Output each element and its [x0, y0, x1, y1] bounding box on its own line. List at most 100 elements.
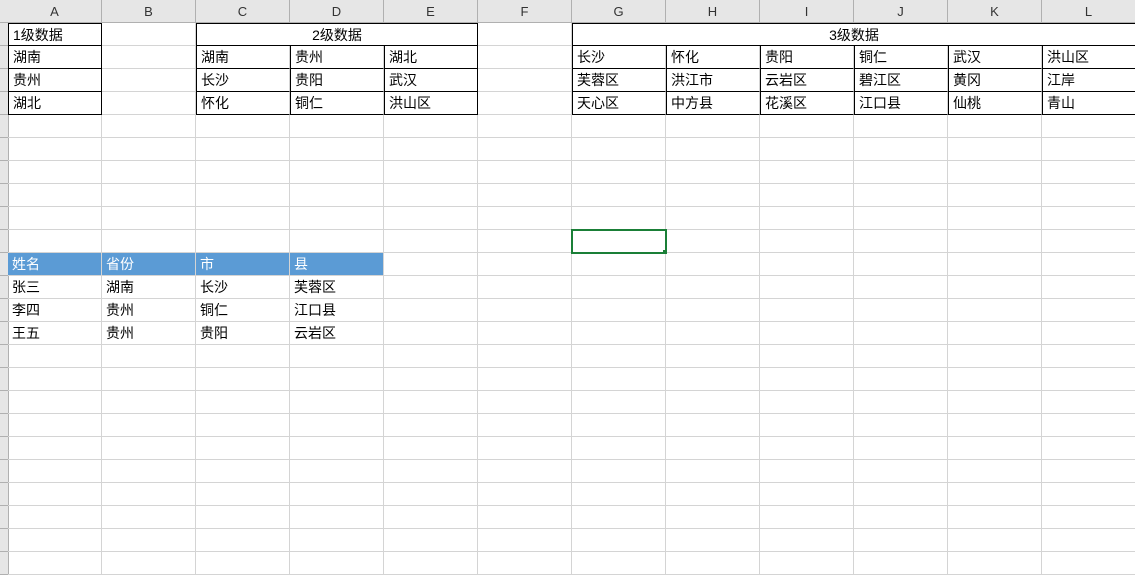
- cell-I19[interactable]: [760, 437, 854, 460]
- cell-F15[interactable]: [478, 345, 572, 368]
- cell-H12[interactable]: [666, 276, 760, 299]
- cell-L14[interactable]: [1042, 322, 1135, 345]
- table-row[interactable]: 铜仁: [196, 299, 290, 322]
- cell-J22[interactable]: [854, 506, 948, 529]
- cell-E19[interactable]: [384, 437, 478, 460]
- cell-F14[interactable]: [478, 322, 572, 345]
- cell-F4[interactable]: [478, 92, 572, 115]
- cell-H23[interactable]: [666, 529, 760, 552]
- cell-C15[interactable]: [196, 345, 290, 368]
- cell-K16[interactable]: [948, 368, 1042, 391]
- cell-E21[interactable]: [384, 483, 478, 506]
- cell-B24[interactable]: [102, 552, 196, 575]
- cell-J3[interactable]: 碧江区: [854, 69, 948, 92]
- cell-D18[interactable]: [290, 414, 384, 437]
- cell-E24[interactable]: [384, 552, 478, 575]
- table-row[interactable]: 云岩区: [290, 322, 384, 345]
- cell-C21[interactable]: [196, 483, 290, 506]
- cell-G4[interactable]: 天心区: [572, 92, 666, 115]
- cell-E5[interactable]: [384, 115, 478, 138]
- cell-B6[interactable]: [102, 138, 196, 161]
- cell-G3[interactable]: 芙蓉区: [572, 69, 666, 92]
- table-header-0[interactable]: 姓名: [8, 253, 102, 276]
- cell-L22[interactable]: [1042, 506, 1135, 529]
- cell-I5[interactable]: [760, 115, 854, 138]
- cell-B9[interactable]: [102, 207, 196, 230]
- cell-G11[interactable]: [572, 253, 666, 276]
- cell-I22[interactable]: [760, 506, 854, 529]
- cell-J2[interactable]: 铜仁: [854, 46, 948, 69]
- cell-L17[interactable]: [1042, 391, 1135, 414]
- cell-A8[interactable]: [8, 184, 102, 207]
- cell-G22[interactable]: [572, 506, 666, 529]
- cell-D8[interactable]: [290, 184, 384, 207]
- cell-I7[interactable]: [760, 161, 854, 184]
- cell-H17[interactable]: [666, 391, 760, 414]
- cell-C18[interactable]: [196, 414, 290, 437]
- cell-J6[interactable]: [854, 138, 948, 161]
- cell-I11[interactable]: [760, 253, 854, 276]
- cell-B2[interactable]: [102, 46, 196, 69]
- cell-J4[interactable]: 江口县: [854, 92, 948, 115]
- cell-H18[interactable]: [666, 414, 760, 437]
- cell-L24[interactable]: [1042, 552, 1135, 575]
- cell-L2[interactable]: 洪山区: [1042, 46, 1135, 69]
- cell-I16[interactable]: [760, 368, 854, 391]
- cell-C8[interactable]: [196, 184, 290, 207]
- cell-A16[interactable]: [8, 368, 102, 391]
- cell-C24[interactable]: [196, 552, 290, 575]
- cell-K11[interactable]: [948, 253, 1042, 276]
- cell-F5[interactable]: [478, 115, 572, 138]
- cell-L21[interactable]: [1042, 483, 1135, 506]
- table-row[interactable]: 李四: [8, 299, 102, 322]
- cell-J21[interactable]: [854, 483, 948, 506]
- cell-L12[interactable]: [1042, 276, 1135, 299]
- cell-E17[interactable]: [384, 391, 478, 414]
- cell-D9[interactable]: [290, 207, 384, 230]
- cell-G19[interactable]: [572, 437, 666, 460]
- cell-J5[interactable]: [854, 115, 948, 138]
- cell-B15[interactable]: [102, 345, 196, 368]
- cell-G7[interactable]: [572, 161, 666, 184]
- cell-I2[interactable]: 贵阳: [760, 46, 854, 69]
- cell-L19[interactable]: [1042, 437, 1135, 460]
- cell-F6[interactable]: [478, 138, 572, 161]
- cell-A10[interactable]: [8, 230, 102, 253]
- cell-B7[interactable]: [102, 161, 196, 184]
- cell-K19[interactable]: [948, 437, 1042, 460]
- cell-J15[interactable]: [854, 345, 948, 368]
- cell-D2[interactable]: 贵州: [290, 46, 384, 69]
- cell-H24[interactable]: [666, 552, 760, 575]
- cell-E3[interactable]: 武汉: [384, 69, 478, 92]
- col-header-F[interactable]: F: [478, 0, 572, 23]
- table-header-2[interactable]: 市: [196, 253, 290, 276]
- fill-handle[interactable]: [662, 249, 666, 253]
- cell-B10[interactable]: [102, 230, 196, 253]
- cell-D20[interactable]: [290, 460, 384, 483]
- cell-E6[interactable]: [384, 138, 478, 161]
- cell-D6[interactable]: [290, 138, 384, 161]
- cell-A24[interactable]: [8, 552, 102, 575]
- cell-A3[interactable]: 贵州: [8, 69, 102, 92]
- cell-A20[interactable]: [8, 460, 102, 483]
- cell-E23[interactable]: [384, 529, 478, 552]
- cell-F19[interactable]: [478, 437, 572, 460]
- table-row[interactable]: 芙蓉区: [290, 276, 384, 299]
- cell-G14[interactable]: [572, 322, 666, 345]
- cell-C17[interactable]: [196, 391, 290, 414]
- col-header-J[interactable]: J: [854, 0, 948, 23]
- cell-G24[interactable]: [572, 552, 666, 575]
- cell-B5[interactable]: [102, 115, 196, 138]
- cell-B8[interactable]: [102, 184, 196, 207]
- cell-C20[interactable]: [196, 460, 290, 483]
- cell-I18[interactable]: [760, 414, 854, 437]
- cell-A1[interactable]: 1级数据: [8, 23, 102, 46]
- table-header-3[interactable]: 县: [290, 253, 384, 276]
- cell-J20[interactable]: [854, 460, 948, 483]
- cell-K17[interactable]: [948, 391, 1042, 414]
- table-row[interactable]: 贵州: [102, 299, 196, 322]
- cell-J23[interactable]: [854, 529, 948, 552]
- cell-G1[interactable]: 3级数据: [572, 23, 1135, 46]
- cell-J13[interactable]: [854, 299, 948, 322]
- cell-J8[interactable]: [854, 184, 948, 207]
